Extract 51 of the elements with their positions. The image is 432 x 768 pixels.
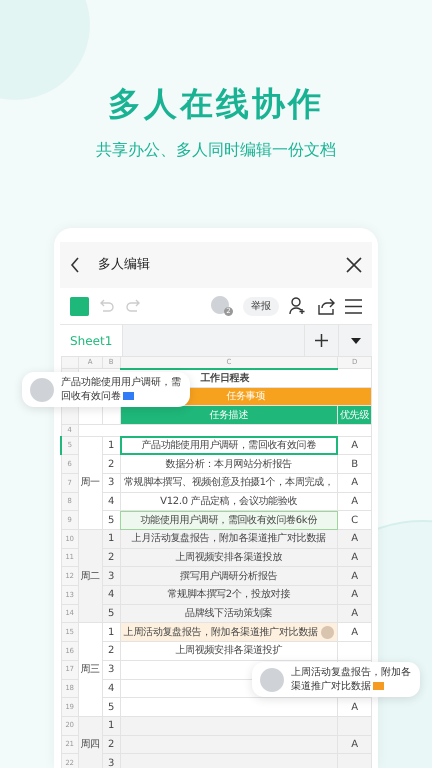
table-cell: A (338, 604, 372, 623)
table-cell: 4 (102, 679, 120, 698)
app-logo-icon[interactable] (70, 296, 89, 316)
table-cell: 2 (102, 642, 120, 660)
table-cell: B (338, 454, 372, 474)
table-cell: A (338, 586, 372, 604)
table-cell: 常规脚本撰写2个，投放对接 (120, 586, 338, 604)
table-cell: 上月活动复盘报告，附加各渠道推广对比数据 (120, 530, 338, 548)
table-cell: 品牌线下活动策划案 (120, 604, 338, 623)
headline: 多人在线协作 (107, 84, 325, 124)
table-cell: 上周视频安排各渠道投扩 (120, 642, 338, 660)
share-icon[interactable] (317, 297, 335, 315)
table-cell: A (338, 548, 372, 567)
avatar-icon (260, 668, 284, 692)
table-cell: A (338, 492, 372, 511)
table-cell: 数据分析：本月网站分析报告 (120, 454, 338, 474)
table-cell: 上周活动复盘报告，附加各渠道推广对比数据 (120, 622, 338, 642)
plus-icon (315, 334, 328, 347)
dropdown-icon (350, 338, 360, 344)
table-cell: A (338, 436, 372, 455)
table-cell: 周二 (78, 530, 102, 623)
table-cell: 产品功能使用用户调研，需回收有效问卷 (120, 436, 338, 455)
table-cell: A (338, 473, 372, 492)
table-cell: A (338, 735, 372, 754)
table-cell: A (338, 530, 372, 548)
column-title: 优先级 (338, 406, 372, 425)
table-cell: A (338, 566, 372, 586)
screen-title: 多人编辑 (98, 256, 151, 274)
table-cell: 4 (102, 492, 120, 511)
column-title: 任务描述 (120, 406, 338, 425)
table-cell: 1 (102, 622, 120, 642)
report-button[interactable]: 举报 (243, 296, 279, 316)
table-cell: 功能使用用户调研，需回收有效问卷6k份 (120, 510, 338, 530)
avatar-icon (320, 626, 334, 639)
subheadline: 共享办公、多人同时编辑一份文档 (95, 138, 337, 161)
close-icon[interactable] (346, 257, 362, 273)
back-icon[interactable] (70, 257, 80, 273)
table-cell: 撰写用户调研分析报告 (120, 566, 338, 586)
table-cell: 3 (102, 473, 120, 492)
avatar-icon (30, 378, 54, 402)
table-cell: A (338, 622, 372, 642)
table-cell: 周四 (78, 716, 102, 768)
table-cell: 常规脚本撰写、视频创意及拍摄1个，本周完成， (120, 473, 338, 492)
avatar-icon[interactable] (211, 296, 229, 314)
table-cell: 上周视频安排各渠道投放 (120, 548, 338, 567)
table-cell: 5 (102, 698, 120, 716)
comment-text: 上周活动复盘报告，附加各渠道推广对比数据 (291, 666, 412, 693)
add-user-icon[interactable] (289, 297, 307, 315)
menu-icon[interactable] (345, 298, 362, 314)
table-cell: 3 (102, 660, 120, 679)
table-cell: 2 (102, 454, 120, 474)
